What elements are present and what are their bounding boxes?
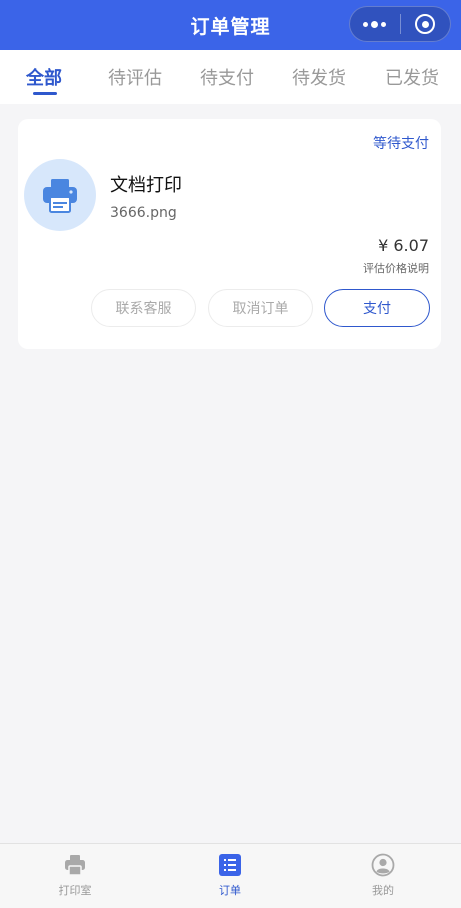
active-tab-indicator — [33, 92, 57, 95]
tab-shipped[interactable]: 已发货 — [385, 64, 439, 90]
nav-label: 我的 — [372, 884, 394, 897]
pay-button[interactable]: 支付 — [324, 289, 430, 327]
top-bar: 订单管理 — [0, 0, 461, 50]
more-dots-icon — [363, 20, 387, 28]
nav-label: 订单 — [219, 884, 241, 897]
bottom-tab-bar: 打印室 订单 我的 — [0, 843, 461, 908]
user-icon — [371, 853, 395, 877]
order-thumbnail — [24, 159, 96, 231]
order-tabs: 全部 待评估 待支付 待发货 已发货 — [0, 50, 461, 104]
order-file-name: 3666.png — [110, 205, 177, 221]
tab-pending-payment[interactable]: 待支付 — [200, 64, 254, 90]
order-card[interactable]: 等待支付 文档打印 3666.png ¥ 6.07 评估价格说明 联系客服 取消… — [18, 119, 441, 349]
tab-all[interactable]: 全部 — [26, 64, 62, 90]
more-menu-button[interactable] — [350, 7, 400, 41]
nav-label: 打印室 — [58, 884, 92, 897]
nav-orders[interactable]: 订单 — [170, 844, 290, 908]
contact-service-button[interactable]: 联系客服 — [91, 289, 196, 327]
printer-icon — [63, 853, 87, 877]
target-circle-icon — [415, 14, 436, 34]
tab-pending-shipment[interactable]: 待发货 — [292, 64, 346, 90]
cancel-order-button[interactable]: 取消订单 — [208, 289, 313, 327]
nav-mine[interactable]: 我的 — [323, 844, 443, 908]
order-list-icon — [218, 853, 242, 877]
page-title: 订单管理 — [190, 15, 271, 38]
nav-print-room[interactable]: 打印室 — [15, 844, 135, 908]
mini-program-capsule — [349, 6, 451, 42]
order-status-label: 等待支付 — [373, 136, 429, 152]
price-explanation-link[interactable]: 评估价格说明 — [363, 260, 429, 276]
tab-pending-evaluation[interactable]: 待评估 — [108, 64, 162, 90]
order-price: ¥ 6.07 — [378, 236, 429, 255]
printer-icon — [43, 179, 77, 213]
close-mini-program-button[interactable] — [401, 7, 451, 41]
order-title: 文档打印 — [110, 175, 182, 196]
